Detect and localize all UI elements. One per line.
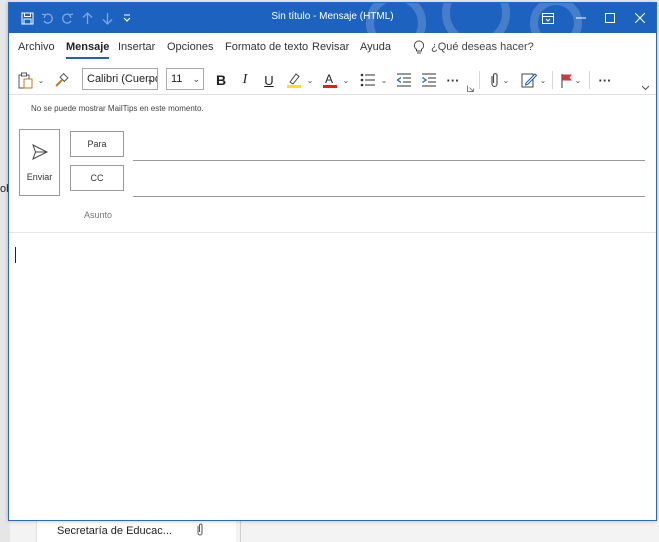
lightbulb-icon[interactable] — [411, 39, 427, 55]
to-button[interactable]: Para — [70, 131, 124, 157]
font-size-value: 11 — [171, 73, 183, 85]
signature-icon[interactable] — [519, 69, 539, 91]
attach-chevron-icon[interactable]: ⌄ — [501, 69, 511, 91]
text-cursor — [15, 247, 16, 263]
underline-button[interactable]: U — [260, 69, 278, 91]
message-body[interactable] — [9, 233, 656, 520]
font-color-icon[interactable]: A — [320, 69, 340, 91]
font-name-chevron-icon: ⌄ — [146, 74, 154, 84]
to-field[interactable] — [133, 160, 645, 161]
send-button[interactable]: Enviar — [19, 129, 60, 196]
bullets-chevron-icon[interactable]: ⌄ — [379, 69, 389, 91]
list-item-sender: Secretaría de Educac... — [57, 525, 172, 537]
flag-chevron-icon[interactable]: ⌄ — [573, 69, 583, 91]
ribbon-separator — [552, 71, 553, 89]
background-list-item[interactable]: Secretaría de Educac... — [36, 518, 236, 542]
send-label: Enviar — [26, 172, 53, 182]
tab-mensaje[interactable]: Mensaje — [66, 41, 110, 59]
font-size-select[interactable]: 11 ⌄ — [166, 68, 204, 90]
dialog-launcher-icon[interactable] — [465, 83, 475, 93]
mailtips-message: No se puede mostrar MailTips en este mom… — [31, 104, 204, 113]
font-color-letter: A — [325, 72, 333, 86]
window-title: Sin título - Mensaje (HTML) — [271, 11, 394, 22]
ribbon-tabs: Archivo Mensaje Insertar Opciones Format… — [9, 33, 656, 63]
ribbon-display-icon[interactable] — [539, 9, 557, 27]
ribbon-separator — [589, 71, 590, 89]
tab-opciones[interactable]: Opciones — [167, 41, 213, 53]
bullets-icon[interactable] — [358, 69, 378, 91]
title-bar: Sin título - Mensaje (HTML) — [9, 3, 656, 33]
paperclip-icon — [197, 523, 203, 536]
message-window: Sin título - Mensaje (HTML) Archivo Mens… — [8, 2, 657, 521]
italic-button[interactable]: I — [236, 69, 254, 91]
font-name-select[interactable]: Calibri (Cuerpo ⌄ — [82, 68, 158, 90]
more-commands-button[interactable]: ··· — [595, 69, 615, 91]
ribbon-separator — [479, 71, 480, 89]
highlight-icon[interactable] — [284, 69, 304, 91]
close-icon[interactable] — [631, 9, 649, 27]
font-size-chevron-icon: ⌄ — [192, 74, 200, 84]
highlight-chevron-icon[interactable]: ⌄ — [305, 69, 315, 91]
tab-insertar[interactable]: Insertar — [118, 41, 155, 53]
tab-archivo[interactable]: Archivo — [18, 41, 55, 53]
decrease-indent-icon[interactable] — [394, 69, 414, 91]
ribbon-toolbar: ⌄ Calibri (Cuerpo ⌄ 11 ⌄ B I U ⌄ A ⌄ ⌄ ·… — [9, 63, 656, 95]
paste-dropdown-chevron-icon[interactable]: ⌄ — [36, 69, 46, 91]
header-body-divider — [9, 232, 656, 233]
more-format-button[interactable]: ··· — [443, 69, 463, 91]
bold-button[interactable]: B — [212, 69, 230, 91]
maximize-icon[interactable] — [601, 9, 619, 27]
subject-label: Asunto — [84, 210, 113, 220]
tab-ayuda[interactable]: Ayuda — [360, 41, 391, 53]
collapse-ribbon-icon[interactable] — [639, 83, 651, 93]
tab-formato-de-texto[interactable]: Formato de texto — [225, 41, 308, 53]
increase-indent-icon[interactable] — [419, 69, 439, 91]
format-painter-icon[interactable] — [51, 69, 71, 91]
tab-revisar[interactable]: Revisar — [312, 41, 349, 53]
background-divider — [240, 518, 241, 542]
font-color-chevron-icon[interactable]: ⌄ — [341, 69, 351, 91]
minimize-icon[interactable] — [572, 9, 590, 27]
send-icon — [32, 144, 48, 160]
cc-field[interactable] — [133, 196, 645, 197]
tell-me-search[interactable]: ¿Qué deseas hacer? — [431, 41, 534, 53]
cc-button[interactable]: CC — [70, 165, 124, 191]
paste-icon[interactable] — [15, 69, 35, 91]
signature-chevron-icon[interactable]: ⌄ — [538, 69, 548, 91]
